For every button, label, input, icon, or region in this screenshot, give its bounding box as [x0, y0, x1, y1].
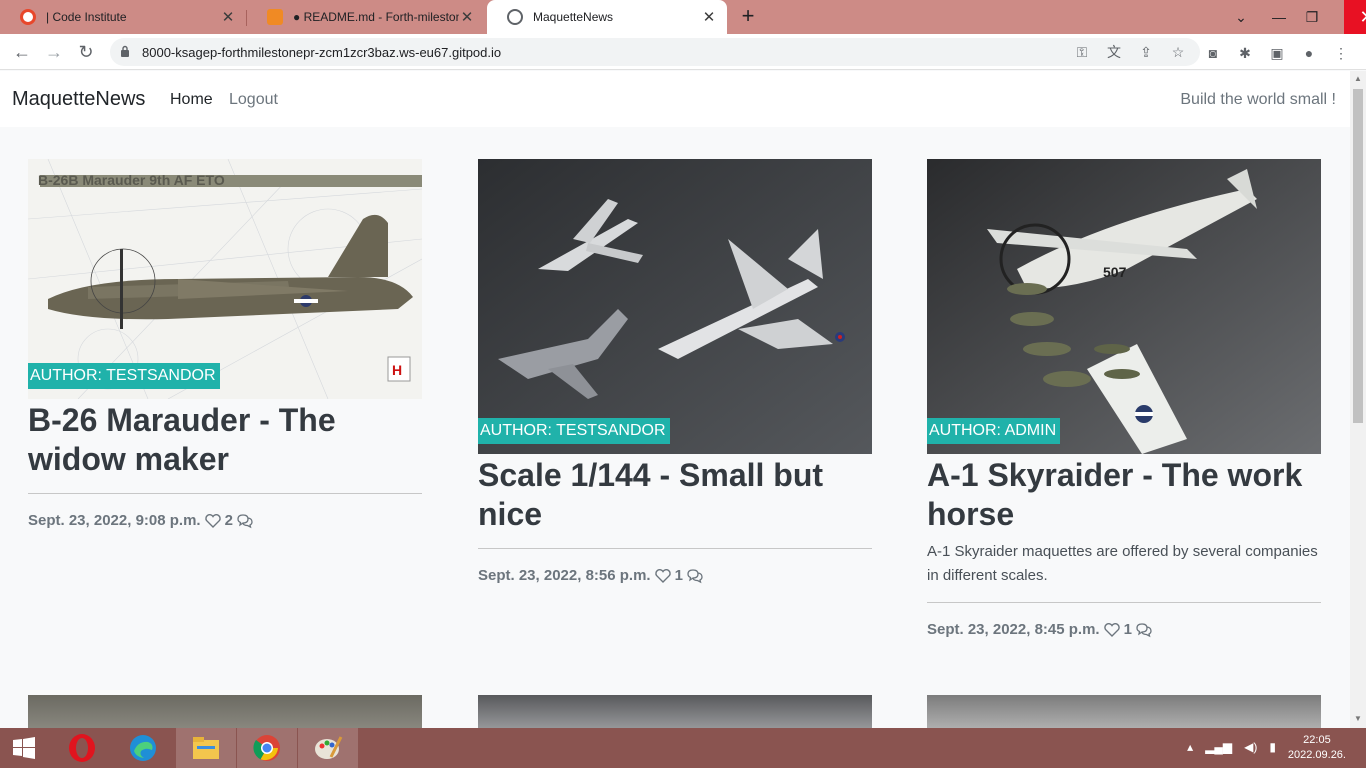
- taskbar-clock[interactable]: 22:05 2022.09.26.: [1288, 733, 1346, 763]
- nav-logout-link[interactable]: Logout: [229, 91, 278, 109]
- tab-code-institute[interactable]: | Code Institute ✕: [0, 0, 246, 34]
- skyraider-photo-image: 507: [927, 159, 1321, 454]
- address-bar[interactable]: 8000-ksagep-forthmilestonepr-zcm1zcr3baz…: [110, 38, 1200, 66]
- aircraft-number: 507: [1103, 264, 1127, 280]
- restore-icon[interactable]: ❐: [1302, 9, 1322, 26]
- comments-icon[interactable]: [1135, 622, 1153, 638]
- box-art-title: B-26B Marauder 9th AF ETO: [38, 172, 225, 188]
- page-viewport: MaquetteNews Home Logout Build the world…: [0, 71, 1350, 728]
- post-image[interactable]: [927, 695, 1321, 728]
- heart-icon[interactable]: [1103, 622, 1121, 638]
- battery-icon[interactable]: ▮: [1269, 740, 1276, 754]
- post-meta: Sept. 23, 2022, 9:08 p.m. 2: [28, 512, 422, 529]
- system-tray: ▴ ▂▄▆ ◀) ▮: [1187, 740, 1276, 754]
- post-date: Sept. 23, 2022, 8:45 p.m.: [927, 621, 1100, 638]
- edge-taskbar-icon[interactable]: [113, 728, 173, 768]
- divider: [927, 602, 1321, 603]
- bookmark-star-icon[interactable]: ☆: [1170, 44, 1186, 60]
- windows-taskbar: ▴ ▂▄▆ ◀) ▮ 22:05 2022.09.26.: [0, 728, 1366, 768]
- extension-media-icon[interactable]: ◙: [1204, 44, 1222, 62]
- forward-icon[interactable]: →: [42, 40, 66, 64]
- gitpod-favicon-icon: [267, 9, 283, 25]
- heart-icon[interactable]: [204, 513, 222, 529]
- side-panel-icon[interactable]: ▣: [1268, 44, 1286, 62]
- close-tab-icon[interactable]: ✕: [701, 8, 717, 26]
- post-card[interactable]: 507 AUTHOR: ADMIN A-1 Skyraider - The wo…: [927, 159, 1321, 638]
- tab-title: | Code Institute: [46, 10, 127, 24]
- lock-icon: [121, 45, 129, 57]
- site-brand[interactable]: MaquetteNews: [12, 88, 145, 111]
- profile-avatar-icon[interactable]: ●: [1300, 44, 1318, 62]
- nav-home-link[interactable]: Home: [170, 91, 213, 109]
- author-badge: AUTHOR: TESTSANDOR: [28, 363, 220, 389]
- globe-favicon-icon: [507, 9, 523, 25]
- divider: [478, 548, 872, 549]
- hobby-boss-logo: H: [392, 362, 402, 378]
- site-navbar: MaquetteNews Home Logout Build the world…: [0, 71, 1350, 127]
- scrollbar-thumb[interactable]: [1353, 89, 1363, 423]
- post-title[interactable]: Scale 1/144 - Small but nice: [478, 456, 872, 534]
- back-icon[interactable]: ←: [10, 40, 34, 64]
- menu-kebab-icon[interactable]: ⋮: [1332, 44, 1350, 62]
- comments-icon[interactable]: [236, 513, 254, 529]
- paint-taskbar-icon[interactable]: [298, 728, 358, 768]
- post-image[interactable]: B-26B Marauder 9th AF ETO H AUTHOR: TEST…: [28, 159, 422, 399]
- author-badge: AUTHOR: ADMIN: [927, 418, 1061, 444]
- key-icon[interactable]: ⚿: [1074, 44, 1090, 60]
- tab-title: ● README.md - Forth-milestone: [293, 10, 459, 24]
- url-text: 8000-ksagep-forthmilestonepr-zcm1zcr3baz…: [142, 45, 502, 60]
- translate-icon[interactable]: 文: [1106, 44, 1122, 60]
- post-image[interactable]: [478, 695, 872, 728]
- tab-search-icon[interactable]: ⌄: [1226, 9, 1256, 26]
- clock-time: 22:05: [1303, 734, 1331, 746]
- clock-date: 2022.09.26.: [1287, 749, 1346, 761]
- post-meta: Sept. 23, 2022, 8:56 p.m. 1: [478, 567, 872, 584]
- like-count: 1: [1123, 621, 1132, 638]
- jets-photo-image: [478, 159, 872, 454]
- post-date: Sept. 23, 2022, 8:56 p.m.: [478, 567, 651, 584]
- close-tab-icon[interactable]: ✕: [220, 8, 236, 26]
- scroll-down-arrow-icon[interactable]: ▼: [1353, 714, 1363, 724]
- like-count: 2: [224, 512, 233, 529]
- opera-taskbar-icon[interactable]: [52, 728, 112, 768]
- post-card[interactable]: B-26B Marauder 9th AF ETO H AUTHOR: TEST…: [28, 159, 422, 529]
- post-excerpt: A-1 Skyraider maquettes are offered by s…: [927, 543, 1318, 584]
- close-tab-icon[interactable]: ✕: [459, 8, 475, 26]
- tab-maquettenews[interactable]: MaquetteNews ✕: [487, 0, 727, 34]
- tray-expand-icon[interactable]: ▴: [1187, 740, 1193, 754]
- like-count: 1: [674, 567, 683, 584]
- author-badge: AUTHOR: TESTSANDOR: [478, 418, 670, 444]
- windows-start-icon[interactable]: [0, 728, 48, 768]
- window-controls: ⌄ — ❐ ✕: [1226, 0, 1366, 34]
- opera-favicon-icon: [20, 9, 36, 25]
- heart-icon[interactable]: [654, 568, 672, 584]
- post-image[interactable]: [28, 695, 422, 728]
- scroll-up-arrow-icon[interactable]: ▲: [1353, 74, 1363, 84]
- page-scrollbar[interactable]: ▲ ▼: [1350, 71, 1366, 728]
- post-card[interactable]: AUTHOR: TESTSANDOR Scale 1/144 - Small b…: [478, 159, 872, 584]
- network-icon[interactable]: ▂▄▆: [1205, 740, 1232, 754]
- extensions-puzzle-icon[interactable]: ✱: [1236, 44, 1254, 62]
- divider: [28, 493, 422, 494]
- tab-readme[interactable]: ● README.md - Forth-milestone ✕: [247, 0, 485, 34]
- browser-tab-strip: | Code Institute ✕ ● README.md - Forth-m…: [0, 0, 1366, 34]
- post-title[interactable]: A-1 Skyraider - The work horse: [927, 456, 1321, 534]
- comments-icon[interactable]: [686, 568, 704, 584]
- tab-title: MaquetteNews: [533, 10, 614, 24]
- site-tagline: Build the world small !: [1180, 91, 1336, 108]
- post-image[interactable]: 507 AUTHOR: ADMIN: [927, 159, 1321, 454]
- reload-icon[interactable]: ↻: [74, 40, 98, 64]
- share-icon[interactable]: ⇪: [1138, 44, 1154, 60]
- browser-toolbar: ← → ↻ 8000-ksagep-forthmilestonepr-zcm1z…: [0, 34, 1366, 70]
- post-title[interactable]: B-26 Marauder - The widow maker: [28, 401, 422, 479]
- post-image[interactable]: AUTHOR: TESTSANDOR: [478, 159, 872, 454]
- close-window-icon[interactable]: ✕: [1344, 0, 1366, 34]
- chrome-taskbar-icon[interactable]: [237, 728, 297, 768]
- post-meta: Sept. 23, 2022, 8:45 p.m. 1: [927, 621, 1321, 638]
- volume-icon[interactable]: ◀): [1244, 740, 1257, 754]
- minimize-icon[interactable]: —: [1256, 9, 1302, 25]
- post-date: Sept. 23, 2022, 9:08 p.m.: [28, 512, 201, 529]
- new-tab-icon[interactable]: +: [736, 4, 760, 28]
- file-explorer-taskbar-icon[interactable]: [176, 728, 236, 768]
